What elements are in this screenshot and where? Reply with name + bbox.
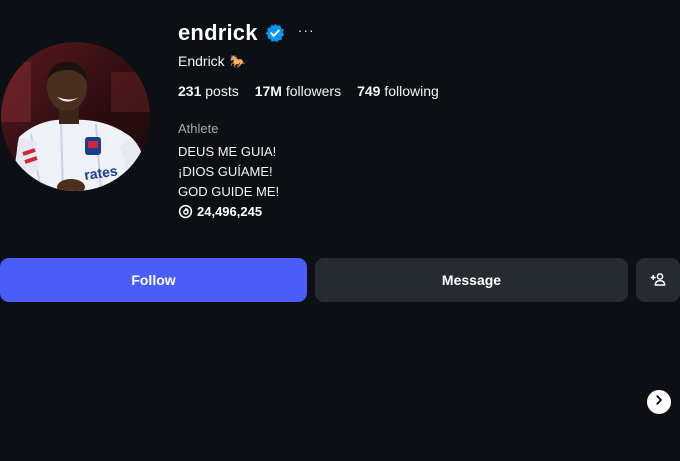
full-name-row: Endrick 🐎 [178, 53, 246, 69]
bio-line: ¡DIOS GUÍAME! [178, 164, 273, 179]
followers-label: followers [281, 83, 342, 99]
chevron-right-icon [653, 393, 665, 411]
threads-icon [178, 204, 193, 219]
following-label: following [380, 83, 439, 99]
threads-count: 24,496,245 [197, 204, 263, 219]
profile-bio: DEUS ME GUIA! ¡DIOS GUÍAME! GOD GUIDE ME… [178, 142, 279, 202]
follow-button[interactable]: Follow [0, 258, 307, 302]
followers-link[interactable]: 17M followers [255, 83, 341, 99]
username-row: endrick ··· [178, 19, 315, 47]
more-options-icon[interactable]: ··· [298, 23, 315, 43]
horse-icon: 🐎 [229, 53, 246, 69]
following-count: 749 [357, 83, 381, 99]
verified-badge-icon [265, 23, 285, 43]
profile-stats: 231 posts 17M followers 749 following [178, 83, 439, 99]
bio-line: DEUS ME GUIA! [178, 144, 277, 159]
bio-line: GOD GUIDE ME! [178, 184, 280, 199]
posts-label: posts [201, 83, 239, 99]
suggested-accounts-button[interactable] [636, 258, 680, 302]
posts-count: 231 [178, 83, 202, 99]
posts-stat: 231 posts [178, 83, 239, 99]
threads-link[interactable]: 24,496,245 [178, 204, 262, 219]
username: endrick [178, 20, 258, 45]
next-arrow-button[interactable] [647, 390, 671, 414]
profile-category: Athlete [178, 121, 219, 136]
add-person-icon [650, 271, 666, 290]
following-link[interactable]: 749 following [357, 83, 439, 99]
message-button[interactable]: Message [315, 258, 628, 302]
avatar-photo: rates [1, 42, 150, 191]
followers-count: 17M [254, 83, 282, 99]
profile-avatar[interactable]: rates [1, 42, 150, 191]
full-name: Endrick [178, 53, 225, 69]
